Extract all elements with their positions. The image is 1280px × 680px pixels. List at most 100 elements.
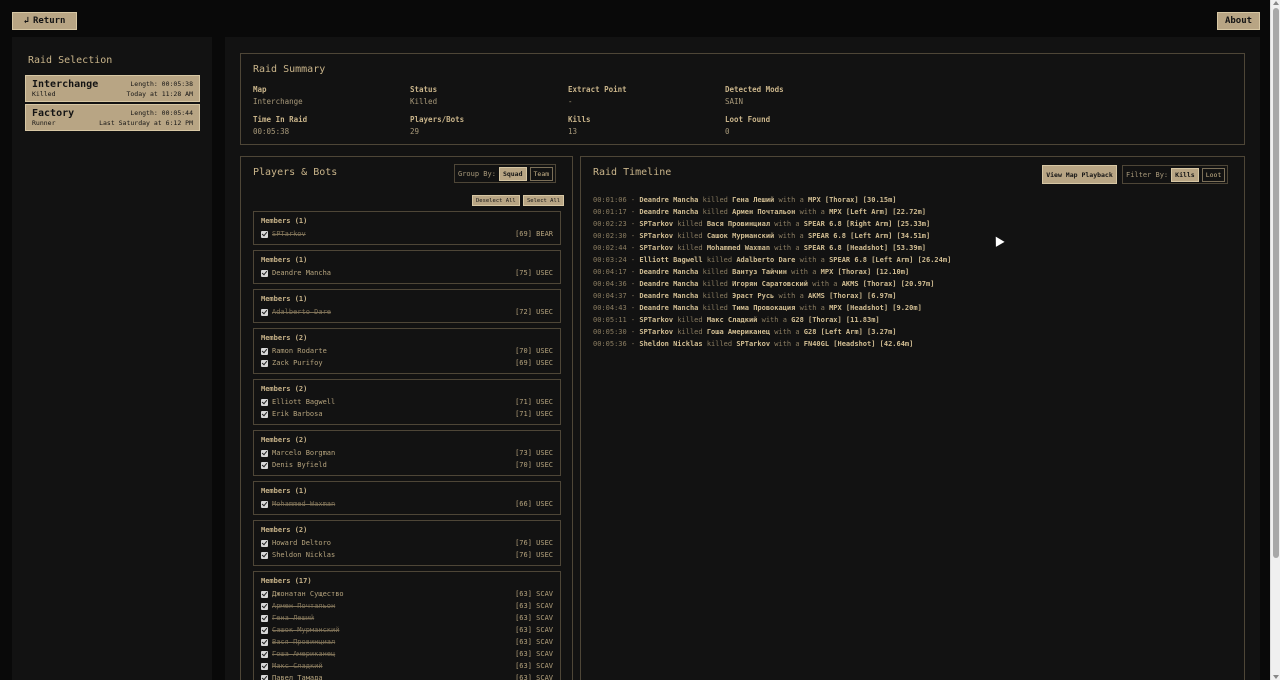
player-name: Elliott Bagwell [272, 398, 336, 406]
scrollbar-thumb[interactable] [1273, 8, 1279, 558]
players-bots-title: Players & Bots [253, 167, 338, 178]
player-checkbox[interactable] [261, 638, 268, 646]
player-checkbox[interactable] [261, 674, 268, 680]
player-group-title: Members (1) [261, 217, 308, 225]
event-separator: - [626, 316, 640, 324]
player-checkbox[interactable] [261, 650, 268, 658]
summary-field-label: Status [410, 85, 438, 94]
event-victim: SPTarkov [736, 340, 771, 348]
group-by-squad-button[interactable]: Squad [498, 166, 527, 181]
player-row[interactable]: Гоша Американец [63] SCAV [261, 648, 553, 660]
player-row[interactable]: Армен Почтальон [63] SCAV [261, 600, 553, 612]
event-time: 00:02:23 [593, 220, 627, 228]
return-arrow-icon: ↲ [23, 16, 29, 26]
player-row[interactable]: Zack Purifoy [69] USEC [261, 357, 553, 369]
event-victim: Игорян Саратовский [732, 280, 808, 288]
player-checkbox[interactable] [261, 347, 268, 355]
timeline-event: 00:05:11 - SPTarkov killed Макс Сладкий … [593, 316, 880, 324]
player-row[interactable]: Гена Леший [63] SCAV [261, 612, 553, 624]
about-button[interactable]: About [1217, 12, 1260, 30]
player-checkbox[interactable] [261, 626, 268, 634]
player-group-title: Members (2) [261, 385, 308, 393]
raid-map-name: Interchange [32, 79, 99, 90]
player-group: Members (2) Ramon Rodarte [70] USEC Zack Pu… [253, 328, 561, 374]
group-by-team-button[interactable]: Team [529, 166, 554, 181]
player-name: Вася Провинциал [272, 638, 336, 646]
player-checkbox[interactable] [261, 398, 268, 406]
event-with-word: with a [774, 340, 800, 348]
raid-date: Today at 11:28 AM [126, 90, 193, 98]
timeline-event: 00:04:43 - Deandre Mancha killed Тима Пр… [593, 304, 922, 312]
player-row[interactable]: SPTarkov [69] BEAR [261, 228, 553, 240]
player-checkbox[interactable] [261, 308, 268, 316]
player-group-title: Members (2) [261, 436, 308, 444]
player-group: Members (1) Deandre Mancha [75] USEC [253, 250, 561, 284]
raid-card[interactable]: Interchange Length: 00:05:38 Killed Today a… [25, 75, 200, 102]
player-row[interactable]: Mohammed Waxman [66] USEC [261, 498, 553, 510]
player-name: Гоша Американец [272, 650, 336, 658]
summary-field-label: Extract Point [568, 85, 627, 94]
player-level-side: [76] USEC [515, 551, 553, 559]
player-level-side: [63] SCAV [515, 590, 553, 598]
player-row[interactable]: Вася Провинциал [63] SCAV [261, 636, 553, 648]
event-victim: Mohammed Waxman [706, 244, 771, 252]
player-checkbox[interactable] [261, 590, 268, 598]
player-row[interactable]: Павел Тамада [63] SCAV [261, 672, 553, 680]
player-level-side: [73] USEC [515, 449, 553, 457]
player-checkbox[interactable] [261, 539, 268, 547]
view-map-playback-button[interactable]: View Map Playback [1042, 165, 1117, 184]
event-weapon: AKMS [Thorax] [6.97m] [808, 292, 897, 300]
player-group: Members (1) Mohammed Waxman [66] USEC [253, 481, 561, 515]
player-row[interactable]: Elliott Bagwell [71] USEC [261, 396, 553, 408]
player-row[interactable]: Макс Сладкий [63] SCAV [261, 660, 553, 672]
player-row[interactable]: Adalberto Dare [72] USEC [261, 306, 553, 318]
player-row[interactable]: Denis Byfield [70] USEC [261, 459, 553, 471]
event-weapon: AKMS [Thorax] [20.97m] [841, 280, 935, 288]
player-row[interactable]: Джонатан Существо [63] SCAV [261, 588, 553, 600]
page-scrollbar[interactable] [1270, 0, 1280, 680]
player-checkbox[interactable] [261, 602, 268, 610]
event-killed-word: killed [702, 268, 728, 276]
player-row[interactable]: Howard Deltoro [76] USEC [261, 537, 553, 549]
event-separator: - [626, 244, 640, 252]
select-all-button[interactable]: Select All [523, 195, 565, 206]
player-checkbox[interactable] [261, 500, 268, 508]
deselect-all-button[interactable]: Deselect All [472, 195, 520, 206]
player-row[interactable]: Deandre Mancha [75] USEC [261, 267, 553, 279]
player-row[interactable]: Sheldon Nicklas [76] USEC [261, 549, 553, 561]
raid-card[interactable]: Factory Length: 00:05:44 Runner Last Saturd… [25, 104, 200, 131]
player-row[interactable]: Erik Barbosa [71] USEC [261, 408, 553, 420]
filter-kills-button[interactable]: Kills [1171, 167, 1199, 182]
player-checkbox[interactable] [261, 410, 268, 418]
scroll-down-arrow-icon[interactable] [1273, 675, 1279, 679]
event-with-word: with a [799, 304, 825, 312]
player-name: Sheldon Nicklas [272, 551, 336, 559]
player-checkbox[interactable] [261, 359, 268, 367]
player-row[interactable]: Marcelo Borgman [73] USEC [261, 447, 553, 459]
player-checkbox[interactable] [261, 461, 268, 469]
filter-by-label: Filter By: [1126, 170, 1169, 179]
summary-field-label: Loot Found [725, 115, 771, 124]
group-by-label: Group By: [458, 169, 496, 178]
player-checkbox[interactable] [261, 269, 268, 277]
player-level-side: [71] USEC [515, 410, 553, 418]
event-weapon: MPX [Thorax] [30.15m] [808, 196, 897, 204]
player-checkbox[interactable] [261, 662, 268, 670]
timeline-event: 00:02:44 - SPTarkov killed Mohammed Waxm… [593, 244, 926, 252]
event-weapon: SPEAR 6.8 [Left Arm] [26.24m] [829, 256, 952, 264]
filter-loot-button[interactable]: Loot [1201, 167, 1226, 182]
player-checkbox[interactable] [261, 551, 268, 559]
return-button[interactable]: ↲ Return [12, 12, 77, 30]
event-weapon: FN40GL [Headshot] [42.64m] [803, 340, 914, 348]
player-level-side: [72] USEC [515, 308, 553, 316]
player-checkbox[interactable] [261, 449, 268, 457]
players-bots-panel: Players & Bots Group By: Squad Team Dese… [240, 156, 573, 680]
player-group: Members (2) Marcelo Borgman [73] USEC Denis… [253, 430, 561, 476]
player-level-side: [63] SCAV [515, 674, 553, 680]
scroll-up-arrow-icon[interactable] [1273, 1, 1279, 5]
event-separator: - [626, 256, 640, 264]
player-checkbox[interactable] [261, 614, 268, 622]
player-row[interactable]: Сашок Мурманский [63] SCAV [261, 624, 553, 636]
player-row[interactable]: Ramon Rodarte [70] USEC [261, 345, 553, 357]
player-checkbox[interactable] [261, 230, 268, 238]
